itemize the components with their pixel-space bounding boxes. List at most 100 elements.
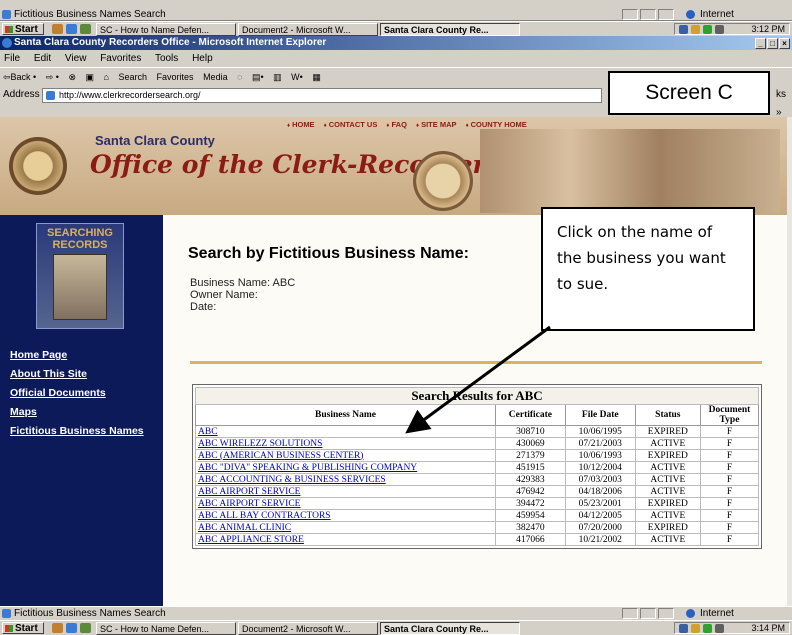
business-name-link[interactable]: ABC (AMERICAN BUSINESS CENTER)	[198, 451, 363, 461]
taskbar-button[interactable]: Document2 - Microsoft W...	[238, 622, 378, 635]
taskbar-button[interactable]: Document2 - Microsoft W...	[238, 23, 378, 36]
menu-tools[interactable]: Tools	[155, 53, 178, 64]
menu-file[interactable]: File	[4, 53, 20, 64]
desktop-icon[interactable]	[52, 623, 63, 633]
address-input[interactable]: http://www.clerkrecordersearch.org/	[42, 88, 602, 103]
system-tray: 3:12 PM	[674, 23, 790, 35]
cell-status: EXPIRED	[634, 449, 702, 462]
favorites-button[interactable]: Favorites	[157, 72, 194, 82]
sidebar-link-about[interactable]: About This Site	[10, 368, 144, 380]
media-button[interactable]: Media	[203, 72, 228, 82]
tray-icon[interactable]	[703, 25, 712, 34]
sidebar-link-maps[interactable]: Maps	[10, 406, 144, 418]
table-row: ABC "DIVA" SPEAKING & PUBLISHING COMPANY…	[195, 461, 759, 474]
nav-county-home-link[interactable]: COUNTY HOME	[466, 120, 527, 129]
nav-home-link[interactable]: HOME	[287, 120, 315, 129]
minimize-button[interactable]: _	[755, 38, 766, 49]
menu-favorites[interactable]: Favorites	[100, 53, 141, 64]
cell-business-name: ABC AIRPORT SERVICE	[195, 497, 496, 510]
ie-icon[interactable]	[66, 623, 77, 633]
tray-icon[interactable]	[679, 25, 688, 34]
business-name-link[interactable]: ABC APPLIANCE STORE	[198, 535, 304, 545]
cell-certificate: 417066	[495, 533, 566, 546]
cell-file-date: 07/20/2000	[564, 521, 636, 534]
discuss-icon[interactable]: ▦	[312, 72, 321, 82]
business-name-link[interactable]: ABC	[198, 427, 218, 437]
edit-word-icon[interactable]: W•	[291, 72, 303, 82]
taskbar-button[interactable]: SC - How to Name Defen...	[96, 622, 236, 635]
print-icon[interactable]: ▥	[273, 72, 282, 82]
start-button[interactable]: Start	[2, 622, 44, 634]
cell-document-type: F	[700, 485, 759, 498]
county-name: Santa Clara County	[95, 133, 215, 148]
cell-certificate: 429383	[495, 473, 566, 486]
mail-icon[interactable]: ▤•	[252, 72, 264, 82]
cell-status: EXPIRED	[634, 497, 702, 510]
business-name-link[interactable]: ABC WIRELEZZ SOLUTIONS	[198, 439, 322, 449]
business-name-link[interactable]: ABC "DIVA" SPEAKING & PUBLISHING COMPANY	[198, 463, 417, 473]
tray-icon[interactable]	[715, 25, 724, 34]
taskbar-button[interactable]: Santa Clara County Re...	[380, 23, 520, 36]
tray-icon[interactable]	[715, 624, 724, 633]
cell-business-name: ABC WIRELEZZ SOLUTIONS	[195, 437, 496, 450]
header-photo-banner	[480, 129, 780, 213]
menu-help[interactable]: Help	[192, 53, 213, 64]
tray-icon[interactable]	[679, 624, 688, 633]
outlook-icon[interactable]	[80, 623, 91, 633]
nav-sitemap-link[interactable]: SITE MAP	[416, 120, 456, 129]
cell-business-name: ABC ANIMAL CLINIC	[195, 521, 496, 534]
refresh-icon[interactable]: ▣	[86, 72, 95, 82]
cell-document-type: F	[700, 461, 759, 474]
nav-faq-link[interactable]: FAQ	[386, 120, 406, 129]
maximize-button[interactable]: □	[767, 38, 778, 49]
start-button[interactable]: Start	[2, 23, 44, 35]
taskbar-button[interactable]: SC - How to Name Defen...	[96, 23, 236, 36]
home-icon[interactable]: ⌂	[104, 72, 109, 82]
cell-certificate: 382470	[495, 521, 566, 534]
table-row: ABC WIRELEZZ SOLUTIONS 430069 07/21/2003 AC…	[195, 437, 759, 450]
clock: 3:14 PM	[751, 623, 785, 633]
cell-status: ACTIVE	[634, 473, 702, 486]
cell-certificate: 459954	[495, 509, 566, 522]
status-text: Fictitious Business Names Search	[14, 608, 166, 619]
search-button[interactable]: Search	[118, 72, 147, 82]
business-name-link[interactable]: ABC ALL BAY CONTRACTORS	[198, 511, 331, 521]
results-caption: Search Results for ABC	[195, 387, 759, 405]
status-bar: Fictitious Business Names Search Interne…	[0, 606, 792, 619]
cell-document-type: F	[700, 473, 759, 486]
taskbar-button[interactable]: Santa Clara County Re...	[380, 622, 520, 635]
cell-document-type: F	[700, 437, 759, 450]
ie-icon[interactable]	[66, 24, 77, 34]
business-name-link[interactable]: ABC AIRPORT SERVICE	[198, 487, 301, 497]
business-name-link[interactable]: ABC AIRPORT SERVICE	[198, 499, 301, 509]
stop-icon[interactable]: ⊗	[68, 72, 76, 82]
status-cell	[640, 9, 656, 20]
back-button[interactable]: ⇦Back •	[3, 72, 36, 82]
cell-file-date: 10/12/2004	[564, 461, 636, 474]
forward-button[interactable]: ⇨ •	[46, 72, 59, 82]
tray-icon[interactable]	[703, 624, 712, 633]
sidebar-link-fictitious-business-names[interactable]: Fictitious Business Names	[10, 425, 144, 437]
menu-edit[interactable]: Edit	[34, 53, 51, 64]
cell-business-name: ABC "DIVA" SPEAKING & PUBLISHING COMPANY	[195, 461, 496, 474]
results-table: Search Results for ABC Business Name Cer…	[192, 384, 762, 549]
cell-file-date: 10/06/1993	[564, 449, 636, 462]
business-name-link[interactable]: ABC ACCOUNTING & BUSINESS SERVICES	[198, 475, 386, 485]
sidebar-link-official-documents[interactable]: Official Documents	[10, 387, 144, 399]
clock: 3:12 PM	[751, 24, 785, 34]
status-cell	[622, 9, 638, 20]
business-name-link[interactable]: ABC ANIMAL CLINIC	[198, 523, 291, 533]
zone-text: Internet	[700, 608, 734, 619]
cell-status: ACTIVE	[634, 437, 702, 450]
sidebar-link-home[interactable]: Home Page	[10, 349, 144, 361]
menu-view[interactable]: View	[65, 53, 87, 64]
history-icon[interactable]: ◌	[237, 72, 242, 82]
nav-contact-link[interactable]: CONTACT US	[324, 120, 378, 129]
desktop-icon[interactable]	[52, 24, 63, 34]
tray-icon[interactable]	[691, 624, 700, 633]
vertical-scrollbar[interactable]	[787, 117, 792, 606]
tray-icon[interactable]	[691, 25, 700, 34]
outlook-icon[interactable]	[80, 24, 91, 34]
close-button[interactable]: ×	[779, 38, 790, 49]
window-title-bar[interactable]: Santa Clara County Recorders Office - Mi…	[0, 36, 792, 50]
